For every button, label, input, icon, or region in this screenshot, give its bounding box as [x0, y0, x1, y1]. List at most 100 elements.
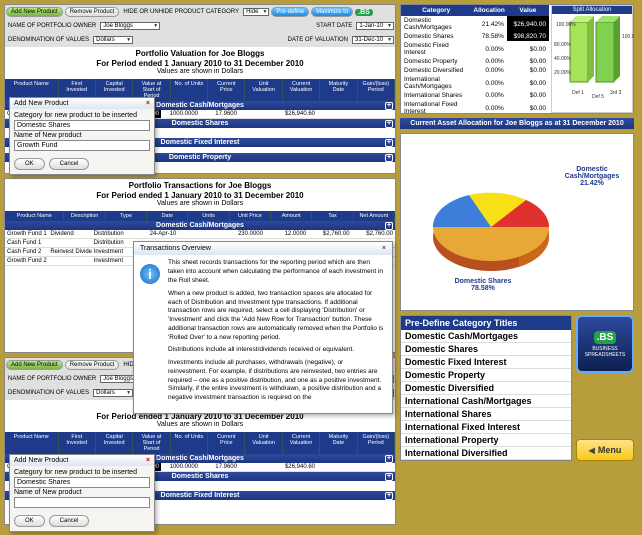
ok-button[interactable]: OK	[14, 515, 45, 527]
valuation-title3: Values are shown in Dollars	[7, 68, 393, 76]
list-item[interactable]: Domestic Fixed Interest	[401, 356, 571, 369]
list-item[interactable]: International Cash/Mortgages	[401, 395, 571, 408]
ok-button[interactable]: OK	[14, 158, 45, 170]
table-row: Domestic Fixed Interest0.00%$0.00	[401, 41, 549, 57]
allocation-table: Category Allocation Value Domestic Cash/…	[401, 5, 549, 113]
th-alloc: Allocation	[471, 5, 506, 16]
expand-icon[interactable]: +	[385, 154, 393, 162]
menu-button[interactable]: Menu	[576, 439, 634, 461]
close-icon[interactable]: ×	[146, 100, 150, 107]
valuation-title1: Portfolio Valuation for Joe Bloggs	[7, 49, 393, 59]
field1-label: Category for new product to be inserted	[14, 469, 150, 476]
remove-product-button[interactable]: Remove Product	[65, 360, 120, 370]
list-item[interactable]: International Property	[401, 434, 571, 447]
expand-icon[interactable]: +	[385, 120, 393, 128]
x-label: 3rd 3	[610, 90, 622, 96]
cell: $0.00	[507, 100, 549, 113]
product-name-input[interactable]	[14, 497, 150, 508]
list-item[interactable]: International Shares	[401, 408, 571, 421]
list-item[interactable]: Domestic Cash/Mortgages	[401, 330, 571, 343]
band-label: Domestic Fixed Interest	[161, 492, 240, 499]
list-item[interactable]: Domestic Property	[401, 369, 571, 382]
cell	[356, 110, 395, 118]
remove-product-button[interactable]: Remove Product	[65, 7, 120, 17]
expand-icon[interactable]: +	[385, 492, 393, 500]
cell: $0.00	[507, 66, 549, 75]
val-date-field[interactable]: 31-Dec-10	[352, 36, 394, 44]
hide-dropdown[interactable]: Hide	[243, 8, 269, 16]
allocation-panel: Category Allocation Value Domestic Cash/…	[400, 4, 634, 114]
owner-field[interactable]: Joe Bloggs	[100, 22, 160, 30]
col: Unit Valuation	[245, 79, 282, 101]
list-item[interactable]: Domestic Diversified	[401, 382, 571, 395]
cancel-button[interactable]: Cancel	[49, 515, 90, 527]
info-p1: This sheet records transactions for the …	[168, 259, 384, 285]
expand-icon[interactable]: +	[385, 455, 393, 463]
col: Description	[64, 211, 105, 221]
cancel-button[interactable]: Cancel	[49, 158, 90, 170]
info-p4: Investments include all purchases, withd…	[168, 359, 384, 403]
info-icon: i	[140, 264, 160, 284]
start-date-field[interactable]: 1-Jan-10	[356, 22, 394, 30]
col: Amount	[271, 211, 312, 221]
expand-icon[interactable]: +	[385, 102, 393, 110]
cell: Domestic Fixed Interest	[401, 41, 471, 57]
denom-field[interactable]: Dollars	[93, 389, 133, 397]
cell: Investment	[92, 257, 135, 265]
expand-icon[interactable]: +	[385, 139, 393, 147]
cell: 12.0000	[265, 230, 308, 238]
category-input[interactable]	[14, 120, 150, 131]
cell: $26,940.00	[507, 16, 549, 32]
cell: Investment	[92, 248, 135, 256]
split-allocation-chart: Split Allocation 100.00% 100.00% Def 1 D…	[551, 5, 633, 113]
denom-label: DENOMINATION OF VALUES	[6, 390, 91, 396]
cell: International Cash/Mortgages	[401, 75, 471, 91]
trans-header: Portfolio Transactions for Joe Bloggs Fo…	[5, 179, 395, 211]
trans-title3: Values are shown in Dollars	[7, 200, 393, 208]
col: Unit Valuation	[245, 432, 282, 454]
add-product-button[interactable]: Add New Product	[6, 7, 63, 17]
band-cash2: Domestic Cash/Mortgages+	[5, 221, 395, 230]
dialog-title: Add New Product	[14, 457, 68, 464]
cell: International Fixed Interest	[401, 100, 471, 113]
close-icon[interactable]: ×	[382, 244, 386, 253]
col: First Invested	[59, 432, 96, 454]
col: Maturity Date	[320, 79, 357, 101]
table-row: Domestic Shares78.58%$98,820.70	[401, 32, 549, 41]
list-item[interactable]: International Diversified	[401, 447, 571, 460]
cell: $98,820.70	[507, 32, 549, 41]
cell: Cash Fund 1	[5, 239, 48, 247]
cell: Domestic Shares	[401, 32, 471, 41]
predefine-button[interactable]: Pre-define	[271, 7, 309, 17]
category-input[interactable]	[14, 477, 150, 488]
cell: 0.00%	[471, 75, 506, 91]
predef-header: Pre-Define Category Titles	[401, 316, 571, 330]
cell	[239, 110, 278, 118]
product-name-input[interactable]	[14, 140, 150, 151]
cell	[48, 257, 91, 265]
expand-icon[interactable]: +	[385, 222, 393, 230]
add-product-button[interactable]: Add New Product	[6, 360, 63, 370]
info-p2: When a new product is added, two transac…	[168, 290, 384, 343]
bs-logo: .BS BUSINESSSPREADSHEETS	[576, 315, 634, 373]
valuation-columns-2: Product Name First Invested Capital Inve…	[5, 432, 395, 454]
menu-label: Menu	[598, 445, 622, 455]
close-icon[interactable]: ×	[146, 457, 150, 464]
toolbar-3: DENOMINATION OF VALUES Dollars DATE OF V…	[5, 33, 395, 47]
table-row: International Shares0.00%$0.00	[401, 91, 549, 100]
svg-text:40.00%: 40.00%	[554, 56, 572, 62]
expand-icon[interactable]: +	[385, 473, 393, 481]
denom-field[interactable]: Dollars	[93, 36, 133, 44]
info-title: Transactions Overview	[140, 244, 211, 253]
list-item[interactable]: International Fixed Interest	[401, 421, 571, 434]
list-item[interactable]: Domestic Shares	[401, 343, 571, 356]
table-row: Domestic Property0.00%$0.00	[401, 57, 549, 66]
maximize-button[interactable]: Maximize to	[311, 7, 353, 17]
band-label: Domestic Cash/Mortgages	[156, 102, 244, 109]
cell	[317, 110, 356, 118]
table-row: International Fixed Interest0.00%$0.00	[401, 100, 549, 113]
owner-label: NAME OF PORTFOLIO OWNER	[6, 376, 98, 382]
pie-label-cash: DomesticCash/Mortgages21.42%	[557, 166, 627, 187]
col: No. of Units	[171, 79, 208, 101]
cell: 0.00%	[471, 100, 506, 113]
